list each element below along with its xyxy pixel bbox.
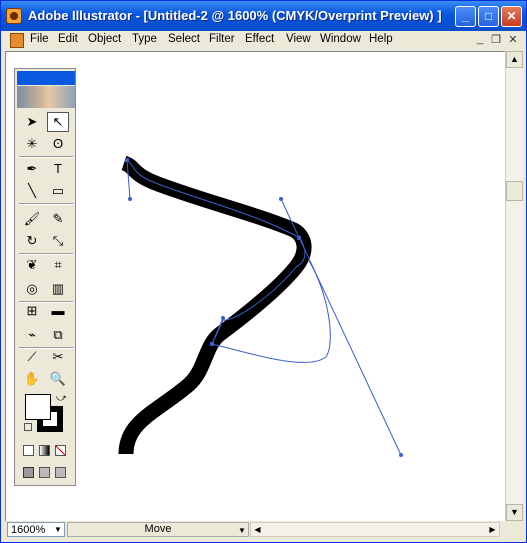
menu-effect[interactable]: Effect <box>245 33 274 45</box>
free-transform-tool-icon[interactable]: ⌗ <box>47 255 69 275</box>
scroll-right-button[interactable]: ▶ <box>486 523 499 536</box>
handle-point[interactable] <box>399 453 403 457</box>
full-screen-menu-mode-icon[interactable] <box>39 467 50 478</box>
status-text: Move <box>144 523 172 535</box>
lasso-tool-icon[interactable]: ʘ <box>47 134 69 154</box>
horizontal-scrollbar[interactable]: ◀ ▶ <box>250 522 500 537</box>
title-bar[interactable]: Adobe Illustrator - [Untitled-2 @ 1600% … <box>1 1 526 31</box>
rotate-tool-icon[interactable]: ↻ <box>21 231 43 251</box>
tool-separator <box>19 301 73 303</box>
menu-bar: File Edit Object Type Select Filter Effe… <box>1 31 526 50</box>
close-button[interactable]: ✕ <box>501 6 522 27</box>
maximize-button[interactable]: □ <box>478 6 499 27</box>
illustrator-app-icon[interactable] <box>6 8 22 24</box>
zoom-level-field[interactable]: 1600% ▼ <box>7 522 65 537</box>
vertical-scroll-thumb[interactable] <box>506 181 523 201</box>
doc-minimize-button[interactable]: _ <box>473 33 487 45</box>
chevron-down-icon[interactable]: ▼ <box>52 523 64 536</box>
brush-stroke-path[interactable] <box>118 155 312 455</box>
anchor-point[interactable] <box>210 342 214 346</box>
scale-tool-icon[interactable]: ⤡ <box>47 231 69 251</box>
pencil-tool-icon[interactable]: ✎ <box>47 209 69 229</box>
menu-view[interactable]: View <box>286 33 311 45</box>
magic-wand-tool-icon[interactable]: ✳ <box>21 134 43 154</box>
paintbrush-tool-icon[interactable]: 🖌 <box>21 209 43 229</box>
menu-file[interactable]: File <box>30 33 49 45</box>
scroll-up-button[interactable]: ▲ <box>506 51 523 68</box>
window-title: Adobe Illustrator - [Untitled-2 @ 1600% … <box>28 8 442 23</box>
scroll-down-button[interactable]: ▼ <box>506 504 523 521</box>
mesh-tool-icon[interactable]: ⊞ <box>21 301 43 321</box>
doc-close-button[interactable]: ✕ <box>506 33 520 46</box>
slice-tool-icon[interactable]: ⟋ <box>21 347 43 367</box>
zoom-tool-icon[interactable]: 🔍 <box>47 369 69 389</box>
menu-object[interactable]: Object <box>88 33 121 45</box>
scissors-tool-icon[interactable]: ✂ <box>47 347 69 367</box>
pen-tool-icon[interactable]: ✒ <box>21 159 43 179</box>
app-window: Adobe Illustrator - [Untitled-2 @ 1600% … <box>0 0 527 543</box>
vertical-scrollbar[interactable]: ▲ ▼ <box>505 51 523 521</box>
anchor-point[interactable] <box>297 236 301 240</box>
line-segment-tool-icon[interactable]: ╲ <box>21 181 43 201</box>
gradient-tool-icon[interactable]: ▬ <box>47 301 69 321</box>
full-screen-mode-icon[interactable] <box>55 467 66 478</box>
color-mode-icon[interactable] <box>23 445 34 456</box>
column-graph-tool-icon[interactable]: ▥ <box>47 279 69 299</box>
menu-edit[interactable]: Edit <box>58 33 78 45</box>
artboard-canvas[interactable]: ➤ ↖ ✳ ʘ ✒ T ╲ ▭ 🖌 ✎ ↻ ⤡ ❦ ⌗ ◎ ▥ ⊞ ▬ ⌁ ⧉ ⟋ ✂ ✋ 🔍 ⤻ <box>5 51 506 522</box>
tool-separator <box>19 156 73 158</box>
warp-tool-icon[interactable]: ❦ <box>21 255 43 275</box>
handle-point[interactable] <box>221 316 225 320</box>
rectangle-tool-icon[interactable]: ▭ <box>47 181 69 201</box>
none-mode-icon[interactable] <box>55 445 66 456</box>
status-dropdown[interactable]: Move ▼ <box>67 522 249 537</box>
type-tool-icon[interactable]: T <box>47 159 69 179</box>
menu-window[interactable]: Window <box>320 33 361 45</box>
tools-palette: ➤ ↖ ✳ ʘ ✒ T ╲ ▭ 🖌 ✎ ↻ ⤡ ❦ ⌗ ◎ ▥ ⊞ ▬ ⌁ ⧉ ⟋ ✂ ✋ 🔍 ⤻ <box>14 68 76 486</box>
zoom-level-value: 1600% <box>11 524 46 536</box>
direct-selection-tool-icon[interactable]: ↖ <box>47 112 69 132</box>
document-icon[interactable] <box>10 33 24 48</box>
gradient-mode-icon[interactable] <box>39 445 50 456</box>
handle-point[interactable] <box>128 197 132 201</box>
scroll-left-button[interactable]: ◀ <box>251 523 264 536</box>
eyedropper-tool-icon[interactable]: ⌁ <box>21 325 43 345</box>
standard-screen-mode-icon[interactable] <box>23 467 34 478</box>
menu-select[interactable]: Select <box>168 33 200 45</box>
doc-restore-button[interactable]: ❐ <box>489 33 503 46</box>
menu-type[interactable]: Type <box>132 33 157 45</box>
tool-separator <box>19 203 73 205</box>
handle-point[interactable] <box>279 197 283 201</box>
swap-colors-icon[interactable]: ⤻ <box>56 393 67 404</box>
default-colors-icon[interactable] <box>24 423 32 431</box>
hand-tool-icon[interactable]: ✋ <box>21 369 43 389</box>
status-chevron-down-icon[interactable]: ▼ <box>236 524 248 537</box>
artwork-svg <box>118 155 403 457</box>
tool-separator <box>19 347 73 349</box>
menu-help[interactable]: Help <box>369 33 393 45</box>
tool-separator <box>19 253 73 255</box>
fill-color-swatch[interactable] <box>25 394 51 420</box>
minimize-button[interactable]: _ <box>455 6 476 27</box>
toolbox-title-bar[interactable] <box>17 71 75 85</box>
blend-tool-icon[interactable]: ⧉ <box>47 325 69 345</box>
status-bar: 1600% ▼ Move ▼ ◀ ▶ <box>5 521 522 539</box>
menu-filter[interactable]: Filter <box>209 33 235 45</box>
selection-tool-icon[interactable]: ➤ <box>21 112 43 132</box>
toolbox-banner-image[interactable] <box>17 86 75 108</box>
anchor-point[interactable] <box>125 158 129 162</box>
symbol-sprayer-tool-icon[interactable]: ◎ <box>21 279 43 299</box>
